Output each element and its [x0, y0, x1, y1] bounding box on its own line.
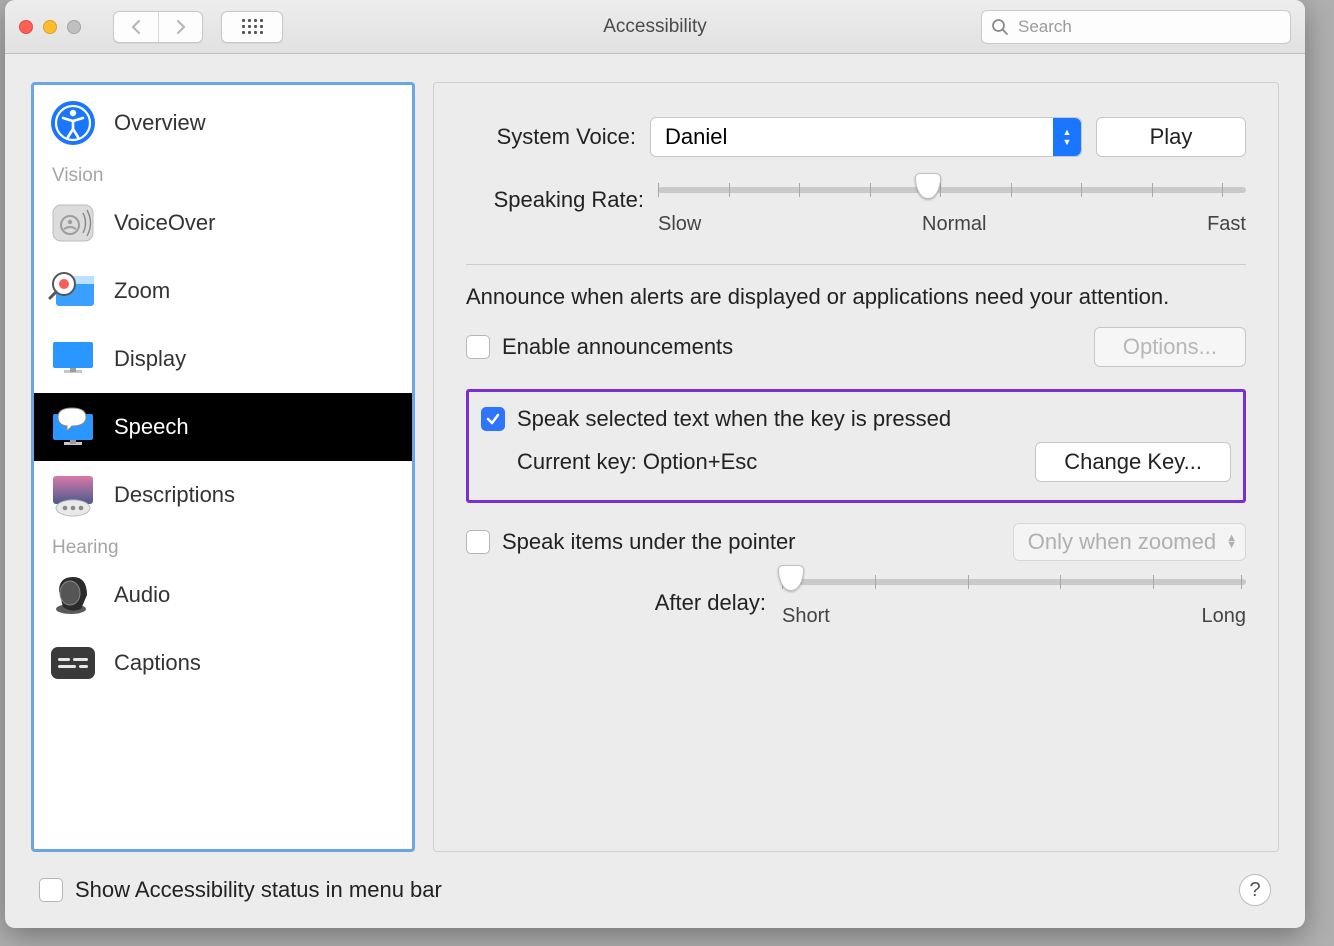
checkbox-checked-icon: [481, 407, 505, 431]
sidebar-item-display[interactable]: Display: [34, 325, 412, 393]
sidebar-item-audio[interactable]: Audio: [34, 561, 412, 629]
rate-slow-label: Slow: [658, 213, 701, 236]
delay-long-label: Long: [1202, 605, 1247, 628]
sidebar[interactable]: Overview Vision VoiceOver Zoom Display: [31, 82, 415, 852]
options-button[interactable]: Options...: [1094, 327, 1246, 367]
audio-icon: [48, 570, 98, 620]
updown-icon: ▲▼: [1226, 535, 1237, 549]
after-delay-label: After delay:: [466, 590, 766, 616]
show-status-label: Show Accessibility status in menu bar: [75, 877, 442, 903]
titlebar: Accessibility: [5, 0, 1305, 54]
zoom-button[interactable]: [67, 20, 81, 34]
voiceover-icon: [48, 198, 98, 248]
enable-announcements-label: Enable announcements: [502, 334, 733, 360]
sidebar-item-label: Descriptions: [114, 482, 235, 508]
speak-selected-label: Speak selected text when the key is pres…: [517, 406, 951, 432]
sidebar-item-label: Display: [114, 346, 186, 372]
detail-panel: System Voice: Daniel ▲▼ Play Speaking Ra…: [433, 82, 1279, 852]
announce-description: Announce when alerts are displayed or ap…: [466, 281, 1246, 313]
sidebar-item-speech[interactable]: Speech: [34, 393, 412, 461]
accessibility-icon: [48, 98, 98, 148]
system-voice-value: Daniel: [665, 124, 727, 150]
current-key-label: Current key: Option+Esc: [517, 449, 757, 475]
minimize-button[interactable]: [43, 20, 57, 34]
system-voice-label: System Voice:: [466, 124, 636, 150]
grid-icon: [242, 19, 263, 34]
sidebar-item-label: Overview: [114, 110, 206, 136]
speak-pointer-label: Speak items under the pointer: [502, 529, 796, 555]
rate-fast-label: Fast: [1207, 213, 1246, 236]
window: Accessibility Overview Vision Voic: [5, 0, 1305, 928]
help-button[interactable]: ?: [1239, 874, 1271, 906]
sidebar-item-label: Zoom: [114, 278, 170, 304]
play-button-label: Play: [1150, 124, 1193, 150]
sidebar-item-captions[interactable]: Captions: [34, 629, 412, 697]
speak-pointer-mode-value: Only when zoomed: [1028, 529, 1216, 555]
zoom-icon: [48, 266, 98, 316]
speaking-rate-label: Speaking Rate:: [466, 187, 644, 213]
search-input[interactable]: [981, 10, 1291, 44]
sidebar-item-zoom[interactable]: Zoom: [34, 257, 412, 325]
speech-icon: [48, 402, 98, 452]
speak-selected-checkbox[interactable]: Speak selected text when the key is pres…: [481, 406, 1231, 432]
speak-pointer-checkbox[interactable]: Speak items under the pointer: [466, 529, 796, 555]
apps-button[interactable]: [221, 11, 283, 43]
sidebar-item-overview[interactable]: Overview: [34, 89, 412, 157]
checkbox-unchecked-icon: [39, 878, 63, 902]
window-controls: [19, 20, 81, 34]
sidebar-item-label: VoiceOver: [114, 210, 216, 236]
delay-short-label: Short: [782, 605, 830, 628]
search-icon: [991, 18, 1009, 36]
forward-button[interactable]: [158, 12, 202, 42]
slider-thumb[interactable]: [915, 173, 941, 199]
rate-normal-label: Normal: [922, 213, 986, 236]
question-icon: ?: [1249, 879, 1260, 902]
close-button[interactable]: [19, 20, 33, 34]
chevron-left-icon: [130, 19, 142, 35]
show-status-checkbox[interactable]: Show Accessibility status in menu bar: [39, 877, 442, 903]
chevron-right-icon: [175, 19, 187, 35]
nav-buttons: [113, 11, 203, 43]
enable-announcements-checkbox[interactable]: Enable announcements: [466, 334, 733, 360]
sidebar-section-hearing: Hearing: [34, 529, 412, 561]
speak-selected-highlight: Speak selected text when the key is pres…: [466, 389, 1246, 503]
checkbox-unchecked-icon: [466, 530, 490, 554]
speak-pointer-mode-select[interactable]: Only when zoomed ▲▼: [1013, 523, 1246, 561]
sidebar-item-label: Audio: [114, 582, 170, 608]
change-key-button[interactable]: Change Key...: [1035, 442, 1231, 482]
system-voice-select[interactable]: Daniel ▲▼: [650, 117, 1082, 157]
speaking-rate-slider[interactable]: Slow Normal Fast: [658, 187, 1246, 236]
options-button-label: Options...: [1123, 334, 1217, 360]
descriptions-icon: [48, 470, 98, 520]
sidebar-item-descriptions[interactable]: Descriptions: [34, 461, 412, 529]
back-button[interactable]: [114, 12, 158, 42]
sidebar-item-voiceover[interactable]: VoiceOver: [34, 189, 412, 257]
sidebar-item-label: Captions: [114, 650, 201, 676]
after-delay-slider[interactable]: Short Long: [782, 579, 1246, 628]
updown-icon: ▲▼: [1053, 118, 1081, 156]
sidebar-section-vision: Vision: [34, 157, 412, 189]
sidebar-item-label: Speech: [114, 414, 189, 440]
play-button[interactable]: Play: [1096, 117, 1246, 157]
checkbox-unchecked-icon: [466, 335, 490, 359]
display-icon: [48, 334, 98, 384]
change-key-label: Change Key...: [1064, 449, 1202, 475]
captions-icon: [48, 638, 98, 688]
